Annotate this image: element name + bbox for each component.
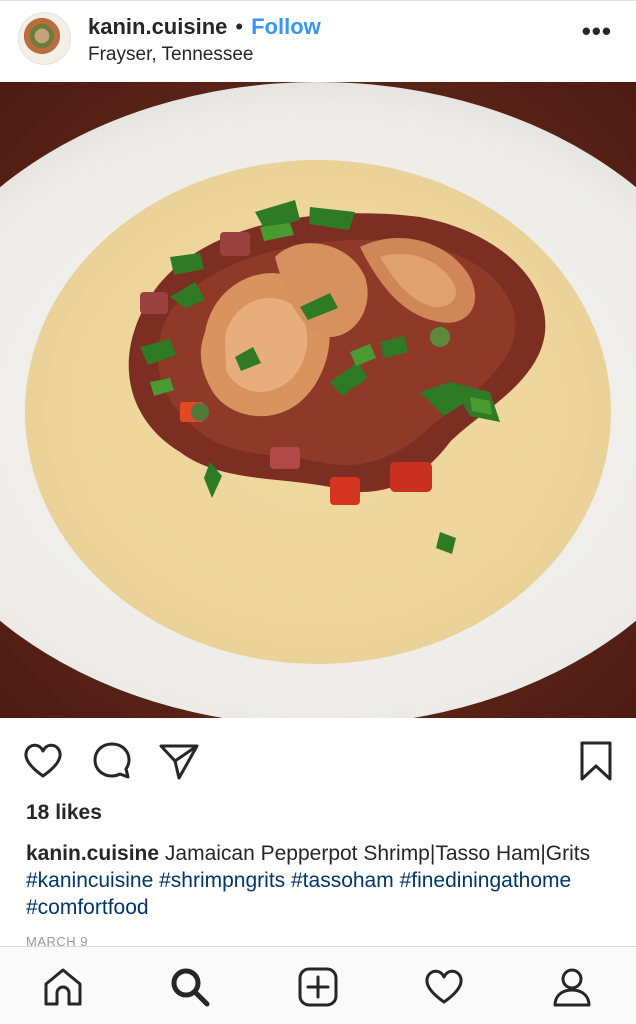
likes-count[interactable]: 18 likes	[26, 801, 102, 825]
location-link[interactable]: Frayser, Tennessee	[88, 43, 253, 67]
home-icon[interactable]	[41, 965, 85, 1009]
hashtag[interactable]: #finediningathome	[400, 869, 572, 892]
profile-icon[interactable]	[550, 965, 594, 1009]
post-date: MARCH 9	[26, 934, 89, 946]
avatar[interactable]	[18, 12, 71, 65]
comment-icon[interactable]	[91, 740, 133, 782]
hashtag[interactable]: #kanincuisine	[26, 869, 153, 892]
hashtag[interactable]: #tassoham	[291, 869, 394, 892]
hashtag[interactable]: #shrimpngrits	[159, 869, 285, 892]
search-icon[interactable]	[168, 965, 212, 1009]
add-post-icon[interactable]	[296, 965, 340, 1009]
caption-username[interactable]: kanin.cuisine	[26, 842, 159, 865]
action-bar	[0, 718, 636, 800]
caption-text: Jamaican Pepperpot Shrimp|Tasso Ham|Grit…	[164, 842, 591, 865]
hashtag[interactable]: #comfortfood	[26, 896, 149, 919]
post-image[interactable]	[0, 82, 636, 718]
food-photo	[0, 82, 636, 718]
more-options-button[interactable]: •••	[582, 18, 612, 44]
bookmark-icon[interactable]	[575, 740, 617, 782]
user-line: kanin.cuisine • Follow	[88, 14, 321, 40]
separator-dot: •	[235, 14, 244, 39]
heart-icon[interactable]	[22, 740, 64, 782]
activity-icon[interactable]	[422, 965, 466, 1009]
share-icon[interactable]	[158, 740, 200, 782]
bottom-nav	[0, 946, 636, 1024]
follow-button[interactable]: Follow	[251, 14, 321, 39]
caption: kanin.cuisine Jamaican Pepperpot Shrimp|…	[26, 840, 616, 921]
username-link[interactable]: kanin.cuisine	[88, 14, 227, 39]
post-header: kanin.cuisine • Follow Frayser, Tennessee …	[0, 0, 636, 82]
